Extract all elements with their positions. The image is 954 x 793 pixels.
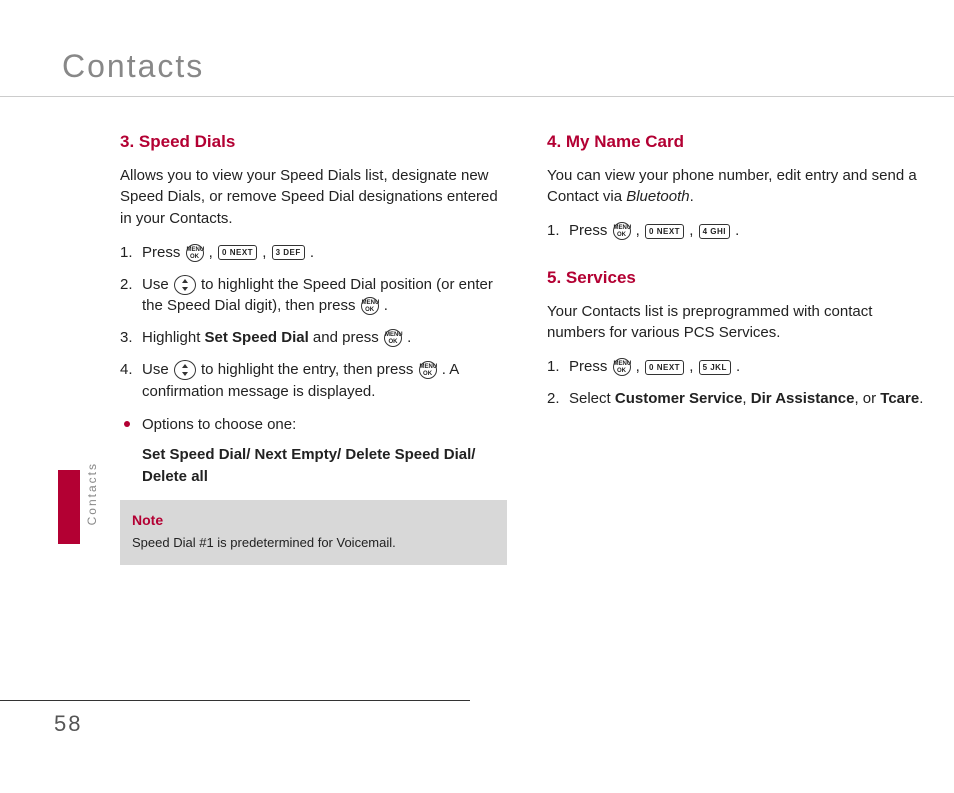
options-bullet: Options to choose one: [120,414,507,436]
key-4-icon: 4 GHI [699,224,730,239]
menu-ok-key-icon: MENUOK [419,361,437,379]
my-name-card-intro: You can view your phone number, edit ent… [547,165,934,209]
step-4: 4. Use to highlight the entry, then pres… [120,359,507,403]
menu-ok-key-icon: MENUOK [613,222,631,240]
bullet-text: Options to choose one: [142,416,296,433]
step-text: to highlight the entry, then press [201,361,418,378]
side-tab [58,470,80,544]
step-text: and press [309,329,383,346]
step-num: 3. [120,327,133,349]
step-text: Press [142,244,185,261]
nav-key-icon [174,360,196,380]
heading-my-name-card: 4. My Name Card [547,130,934,155]
key-0-icon: 0 NEXT [218,245,257,260]
menu-ok-key-icon: MENUOK [361,297,379,315]
key-0-icon: 0 NEXT [645,360,684,375]
divider-bottom [0,700,470,701]
step-1: 1. Press MENUOK , 0 NEXT , 5 JKL . [547,356,934,378]
key-5-icon: 5 JKL [699,360,731,375]
step-2: 2. Use to highlight the Speed Dial posit… [120,274,507,318]
step-1: 1. Press MENUOK , 0 NEXT , 3 DEF . [120,242,507,264]
step-num: 1. [120,242,133,264]
speed-dials-steps: 1. Press MENUOK , 0 NEXT , 3 DEF . 2. Us… [120,242,507,403]
heading-speed-dials: 3. Speed Dials [120,130,507,155]
menu-ok-key-icon: MENUOK [613,358,631,376]
step-text: Highlight [142,329,205,346]
my-name-card-steps: 1. Press MENUOK , 0 NEXT , 4 GHI . [547,220,934,242]
page-number: 58 [54,711,82,737]
left-column: 3. Speed Dials Allows you to view your S… [120,130,507,565]
menu-ok-key-icon: MENUOK [186,244,204,262]
step-text: Press [569,358,612,375]
step-1: 1. Press MENUOK , 0 NEXT , 4 GHI . [547,220,934,242]
step-num: 4. [120,359,133,381]
bold-text: Customer Service [615,390,743,407]
step-text: . [919,390,923,407]
nav-key-icon [174,275,196,295]
right-column: 4. My Name Card You can view your phone … [547,130,934,565]
step-text: Use [142,361,173,378]
key-0-icon: 0 NEXT [645,224,684,239]
step-text: , or [854,390,880,407]
bold-text: Dir Assistance [751,390,855,407]
note-box: Note Speed Dial #1 is predetermined for … [120,500,507,565]
key-3-icon: 3 DEF [272,245,305,260]
heading-services: 5. Services [547,266,934,291]
menu-ok-key-icon: MENUOK [384,329,402,347]
step-num: 2. [120,274,133,296]
page-title: Contacts [62,48,204,85]
step-num: 1. [547,220,560,242]
step-2: 2. Select Customer Service, Dir Assistan… [547,388,934,410]
side-label: Contacts [85,462,99,525]
content-area: 3. Speed Dials Allows you to view your S… [120,130,934,565]
step-text: Press [569,222,612,239]
step-text: Select [569,390,615,407]
speed-dials-intro: Allows you to view your Speed Dials list… [120,165,507,230]
services-steps: 1. Press MENUOK , 0 NEXT , 5 JKL . 2. Se… [547,356,934,410]
note-body: Speed Dial #1 is predetermined for Voice… [132,534,495,553]
options-list: Set Speed Dial/ Next Empty/ Delete Speed… [120,444,507,488]
divider-top [0,96,954,97]
services-intro: Your Contacts list is preprogrammed with… [547,301,934,345]
note-heading: Note [132,510,495,530]
bold-text: Tcare [880,390,919,407]
bold-text: Set Speed Dial [205,329,309,346]
italic-text: Bluetooth [626,188,689,205]
step-num: 2. [547,388,560,410]
text: . [690,188,694,205]
step-text: Use [142,276,173,293]
step-3: 3. Highlight Set Speed Dial and press ME… [120,327,507,349]
text: You can view your phone number, edit ent… [547,167,917,206]
step-num: 1. [547,356,560,378]
